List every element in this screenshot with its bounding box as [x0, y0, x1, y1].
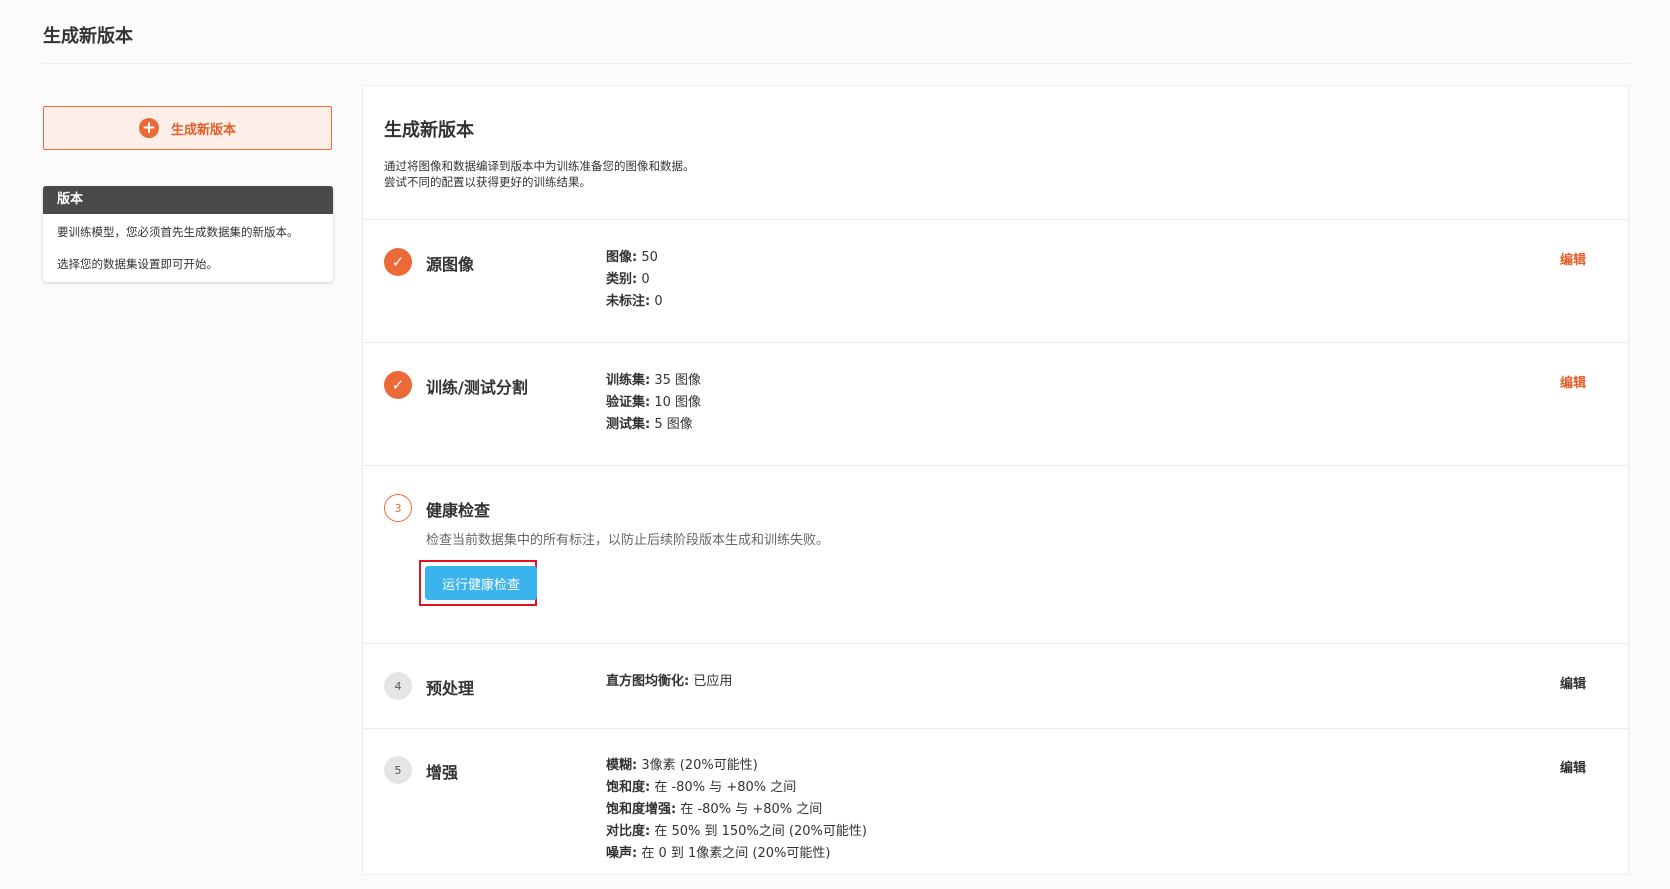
- step-number-badge: 3: [384, 494, 412, 522]
- generate-button-label: 生成新版本: [170, 122, 236, 138]
- detail-row: 噪声: 在 0 到 1像素之间 (20%可能性): [606, 843, 867, 865]
- edit-split-link[interactable]: 编辑: [1560, 372, 1586, 391]
- step-name: 源图像: [426, 255, 475, 274]
- generate-new-version-button[interactable]: + 生成新版本: [43, 106, 332, 150]
- step-details: 直方图均衡化: 已应用: [606, 671, 732, 693]
- step-details: 训练集: 35 图像 验证集: 10 图像 测试集: 5 图像: [606, 370, 701, 436]
- detail-value: 5 图像: [650, 417, 693, 432]
- detail-value: 在 0 到 1像素之间 (20%可能性): [637, 846, 831, 861]
- detail-key: 验证集:: [606, 395, 651, 410]
- detail-key: 测试集:: [606, 417, 651, 432]
- detail-row: 未标注: 0: [606, 291, 663, 313]
- step-name: 增强: [426, 763, 459, 782]
- detail-key: 图像:: [606, 250, 638, 265]
- panel-intro: 生成新版本 通过将图像和数据编译到版本中为训练准备您的图像和数据。 尝试不同的配…: [363, 86, 1628, 220]
- detail-row: 测试集: 5 图像: [606, 414, 701, 436]
- version-panel: 生成新版本 通过将图像和数据编译到版本中为训练准备您的图像和数据。 尝试不同的配…: [362, 85, 1629, 875]
- detail-key: 训练集:: [606, 373, 651, 388]
- detail-key: 对比度:: [606, 824, 651, 839]
- detail-row: 饱和度: 在 -80% 与 +80% 之间: [606, 777, 867, 799]
- detail-row: 类别: 0: [606, 269, 663, 291]
- step-number-badge: 5: [384, 756, 412, 784]
- step-train-test-split: ✓ 训练/测试分割 训练集: 35 图像 验证集: 10 图像 测试集: 5 图…: [363, 343, 1628, 466]
- step-details: 图像: 50 类别: 0 未标注: 0: [606, 247, 663, 313]
- detail-value: 在 -80% 与 +80% 之间: [650, 780, 797, 795]
- step-number-badge: 4: [384, 672, 412, 700]
- detail-key: 模糊:: [606, 758, 638, 773]
- info-card-line: 要训练模型，您必须首先生成数据集的新版本。: [57, 225, 299, 239]
- page-title: 生成新版本: [43, 26, 133, 47]
- panel-description-line: 尝试不同的配置以获得更好的训练结果。: [384, 175, 591, 189]
- detail-value: 0: [650, 294, 663, 309]
- check-icon: ✓: [384, 248, 412, 276]
- info-card-title: 版本: [43, 186, 333, 214]
- detail-row: 验证集: 10 图像: [606, 392, 701, 414]
- detail-key: 直方图均衡化:: [606, 674, 690, 689]
- detail-key: 噪声:: [606, 846, 638, 861]
- detail-value: 已应用: [689, 674, 733, 689]
- title-divider: [43, 63, 1629, 64]
- step-health-check: 3 健康检查 检查当前数据集中的所有标注，以防止后续阶段版本生成和训练失败。 运…: [363, 466, 1628, 644]
- edit-augmentation-link[interactable]: 编辑: [1560, 757, 1586, 776]
- step-name: 预处理: [426, 679, 475, 698]
- step-augmentation: 5 增强 模糊: 3像素 (20%可能性) 饱和度: 在 -80% 与 +80%…: [363, 729, 1628, 889]
- step-details: 模糊: 3像素 (20%可能性) 饱和度: 在 -80% 与 +80% 之间 饱…: [606, 755, 867, 865]
- panel-description: 通过将图像和数据编译到版本中为训练准备您的图像和数据。 尝试不同的配置以获得更好…: [384, 158, 1607, 190]
- detail-key: 饱和度:: [606, 780, 651, 795]
- edit-source-link[interactable]: 编辑: [1560, 249, 1586, 268]
- step-name: 健康检查: [426, 501, 491, 520]
- detail-value: 10 图像: [650, 395, 702, 410]
- step-source-images: ✓ 源图像 图像: 50 类别: 0 未标注: 0 编辑: [363, 220, 1628, 343]
- detail-row: 图像: 50: [606, 247, 663, 269]
- detail-value: 0: [637, 272, 650, 287]
- detail-value: 在 50% 到 150%之间 (20%可能性): [650, 824, 867, 839]
- detail-key: 饱和度增强:: [606, 802, 677, 817]
- plus-icon: +: [138, 118, 159, 138]
- edit-preprocessing-link[interactable]: 编辑: [1560, 673, 1586, 692]
- step-preprocessing: 4 预处理 直方图均衡化: 已应用 编辑: [363, 644, 1628, 729]
- health-check-description: 检查当前数据集中的所有标注，以防止后续阶段版本生成和训练失败。: [426, 533, 830, 548]
- detail-value: 在 -80% 与 +80% 之间: [676, 802, 823, 817]
- detail-key: 未标注:: [606, 294, 651, 309]
- detail-row: 对比度: 在 50% 到 150%之间 (20%可能性): [606, 821, 867, 843]
- detail-value: 35 图像: [650, 373, 702, 388]
- info-card-line: 选择您的数据集设置即可开始。: [57, 257, 218, 271]
- detail-value: 3像素 (20%可能性): [637, 758, 758, 773]
- panel-title: 生成新版本: [384, 120, 474, 141]
- detail-row: 饱和度增强: 在 -80% 与 +80% 之间: [606, 799, 867, 821]
- detail-row: 模糊: 3像素 (20%可能性): [606, 755, 867, 777]
- panel-description-line: 通过将图像和数据编译到版本中为训练准备您的图像和数据。: [384, 159, 695, 173]
- detail-value: 50: [637, 250, 658, 265]
- run-health-check-button[interactable]: 运行健康检查: [425, 566, 537, 600]
- detail-key: 类别:: [606, 272, 638, 287]
- version-info-card: 版本 要训练模型，您必须首先生成数据集的新版本。 选择您的数据集设置即可开始。: [43, 186, 333, 282]
- detail-row: 直方图均衡化: 已应用: [606, 671, 732, 693]
- detail-row: 训练集: 35 图像: [606, 370, 701, 392]
- check-icon: ✓: [384, 371, 412, 399]
- step-name: 训练/测试分割: [426, 378, 528, 397]
